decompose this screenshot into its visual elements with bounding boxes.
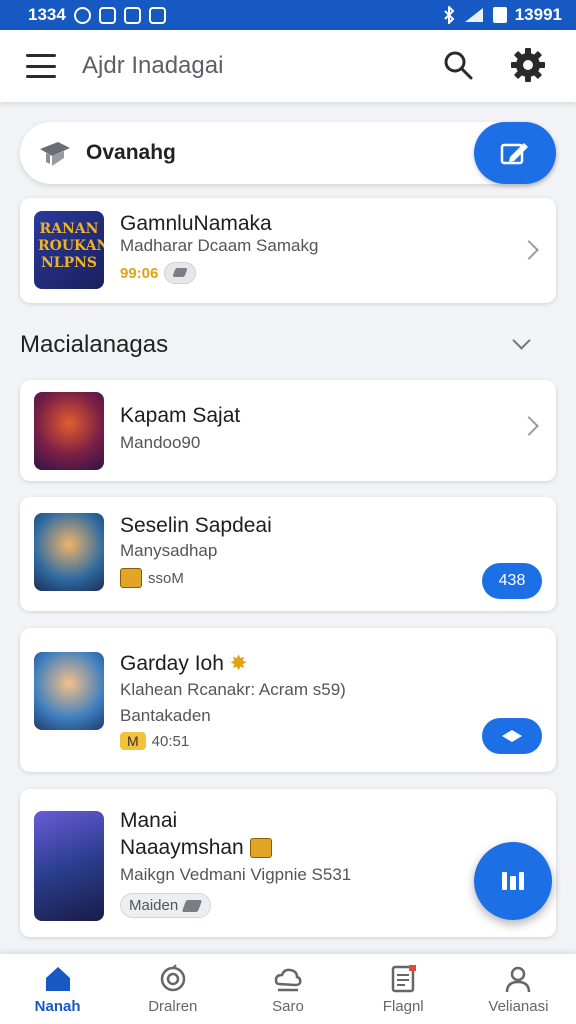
item-meta-value: 40:51 bbox=[151, 732, 190, 750]
list-item[interactable]: Seselin Sapdeai Manysadhap ssoM 438 bbox=[20, 497, 556, 611]
list-item[interactable]: Manai Naaaymshan Maikgn Vedmani Vigpnie … bbox=[20, 789, 556, 937]
item-subtitle-text: Naaaymshan bbox=[120, 836, 244, 859]
person-icon bbox=[506, 966, 531, 993]
status-time-left: 1334 bbox=[28, 5, 66, 24]
bottom-navigation: Nanah Dralren Saro Flagnl Velianasi bbox=[0, 954, 576, 1024]
item-subtitle-secondary: Bantakaden bbox=[120, 706, 211, 725]
item-title: Manai bbox=[120, 809, 178, 832]
item-subtitle: Manysadhap bbox=[120, 541, 218, 560]
item-action-button[interactable]: 438 bbox=[482, 563, 542, 599]
nav-label: Saro bbox=[272, 998, 304, 1015]
nav-item-badge[interactable]: Dralren bbox=[115, 954, 230, 1024]
search-icon[interactable] bbox=[441, 48, 475, 82]
item-meta-value: ssoM bbox=[148, 569, 184, 587]
item-thumbnail bbox=[34, 652, 104, 730]
chest-icon bbox=[249, 838, 272, 859]
nav-label: Dralren bbox=[148, 998, 198, 1015]
image-badge-icon bbox=[182, 899, 203, 912]
status-bar: 1334 13991 bbox=[0, 0, 576, 30]
cloud-icon bbox=[274, 968, 302, 992]
chevron-down-icon[interactable] bbox=[512, 331, 531, 350]
item-subtitle: Mandoo90 bbox=[120, 433, 201, 452]
featured-thumbnail: RANAN ROUKAN NLPNS bbox=[34, 211, 104, 289]
item-thumbnail bbox=[34, 392, 104, 470]
item-title-text: Garday Ioh bbox=[120, 652, 224, 675]
box-icon bbox=[120, 568, 142, 588]
notification-icon bbox=[73, 6, 91, 24]
item-title: Kapam Sajat bbox=[120, 404, 241, 427]
overview-label: Ovanahg bbox=[86, 141, 176, 164]
chevron-right-icon bbox=[519, 416, 539, 436]
featured-title: GamnluNamaka bbox=[120, 212, 272, 235]
diamond-icon bbox=[502, 729, 522, 742]
app-bar: Ajdr Inadagai bbox=[0, 30, 576, 102]
document-icon bbox=[391, 965, 417, 993]
nav-item-cloud[interactable]: Saro bbox=[230, 954, 345, 1024]
app-title: Ajdr Inadagai bbox=[82, 52, 224, 79]
image-icon bbox=[148, 6, 166, 24]
list-item[interactable]: Garday Ioh ✸ Klahean Rcanakr: Acram s59)… bbox=[20, 628, 556, 772]
nav-label: Velianasi bbox=[488, 998, 549, 1015]
item-title: Seselin Sapdeai bbox=[120, 514, 272, 537]
wifi-icon bbox=[464, 8, 483, 22]
overview-bar[interactable]: Ovanahg bbox=[20, 122, 556, 184]
item-tag-chip: Maiden bbox=[120, 893, 212, 918]
list-item[interactable]: Kapam Sajat Mandoo90 bbox=[20, 380, 556, 481]
featured-meta: 99:06 bbox=[120, 262, 197, 284]
item-tag: Maiden bbox=[129, 897, 179, 914]
nav-item-home[interactable]: Nanah bbox=[0, 954, 115, 1024]
bluetooth-icon bbox=[444, 6, 455, 24]
chevron-right-icon bbox=[519, 240, 539, 260]
message-icon bbox=[123, 6, 141, 24]
nav-item-profile[interactable]: Velianasi bbox=[461, 954, 576, 1024]
item-title: Garday Ioh ✸ bbox=[120, 651, 247, 676]
item-action-button[interactable] bbox=[482, 718, 542, 754]
edit-icon bbox=[500, 143, 528, 165]
app-notification-icon bbox=[98, 6, 116, 24]
item-meta: ssoM bbox=[120, 568, 184, 588]
section-title: Macialanagas bbox=[20, 331, 169, 358]
floating-action-button[interactable] bbox=[474, 842, 552, 920]
item-thumbnail bbox=[34, 513, 104, 591]
image-badge-icon bbox=[164, 262, 197, 284]
gear-icon[interactable] bbox=[509, 46, 547, 84]
featured-meta-value: 99:06 bbox=[120, 264, 159, 282]
sparkle-icon: ✸ bbox=[229, 652, 248, 675]
item-tag: M bbox=[120, 732, 146, 750]
featured-card[interactable]: RANAN ROUKAN NLPNS GamnluNamaka Madharar… bbox=[20, 198, 556, 303]
item-subtitle: Naaaymshan bbox=[120, 836, 272, 860]
badge-icon bbox=[160, 964, 186, 992]
menu-icon[interactable] bbox=[26, 54, 56, 78]
nav-item-document[interactable]: Flagnl bbox=[346, 954, 461, 1024]
item-meta: M 40:51 bbox=[120, 732, 189, 750]
status-time-right: 13991 bbox=[514, 5, 562, 24]
nav-label: Flagnl bbox=[382, 998, 424, 1015]
item-thumbnail bbox=[34, 811, 104, 921]
item-subtitle: Klahean Rcanakr: Acram s59) bbox=[120, 680, 346, 699]
edit-button[interactable] bbox=[474, 122, 556, 184]
item-subtitle-secondary: Maikgn Vedmani Vigpnie S531 bbox=[120, 865, 352, 884]
battery-icon bbox=[492, 7, 507, 23]
graduation-cap-icon bbox=[40, 142, 70, 166]
home-icon bbox=[45, 967, 70, 991]
thumbnail-logo-text: RANAN ROUKAN NLPNS bbox=[38, 221, 104, 271]
nav-label: Nanah bbox=[34, 998, 81, 1015]
featured-subtitle: Madharar Dcaam Samakg bbox=[120, 236, 319, 255]
grid-icon bbox=[502, 872, 524, 890]
